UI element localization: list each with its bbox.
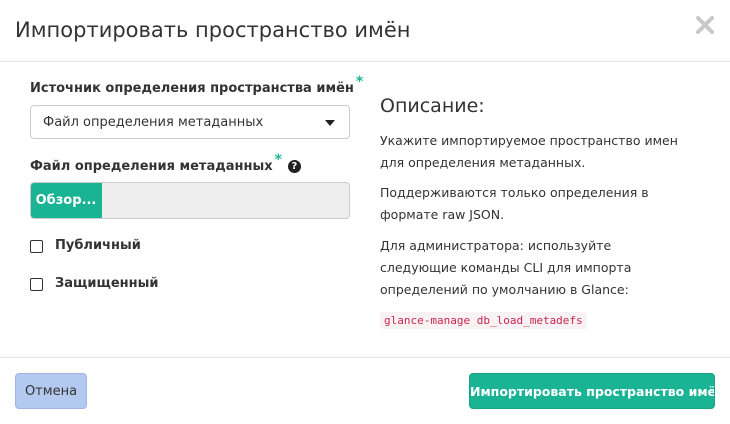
file-label-text: Файл определения метаданных bbox=[30, 159, 273, 174]
close-icon bbox=[696, 16, 714, 34]
import-namespace-button[interactable]: Импортировать пространство имён bbox=[469, 373, 715, 409]
source-label-text: Источник определения пространства имён bbox=[30, 81, 354, 96]
public-checkbox-label[interactable]: Публичный bbox=[55, 238, 141, 253]
source-select[interactable]: Файл определения метаданных bbox=[30, 105, 350, 139]
protected-checkbox-label[interactable]: Защищенный bbox=[55, 276, 159, 291]
description-paragraph: Укажите импортируемое пространство имен … bbox=[380, 133, 678, 170]
required-mark: * bbox=[274, 152, 282, 168]
import-namespace-dialog: Импортировать пространство имён Источник… bbox=[0, 0, 730, 424]
public-checkbox[interactable] bbox=[30, 240, 43, 253]
required-mark: * bbox=[355, 74, 364, 90]
close-button[interactable] bbox=[694, 14, 716, 36]
source-select-value: Файл определения метаданных bbox=[43, 115, 264, 130]
question-circle-icon[interactable]: ? bbox=[287, 160, 301, 173]
caret-down-icon bbox=[325, 120, 335, 126]
file-input-group[interactable]: Обзор... bbox=[30, 182, 350, 219]
dialog-title: Импортировать пространство имён bbox=[15, 18, 411, 42]
dialog-footer: Отмена Импортировать пространство имён bbox=[0, 357, 730, 424]
description-paragraph: Для администратора: используйте следующи… bbox=[380, 238, 632, 297]
description-title: Описание: bbox=[380, 95, 485, 117]
description-paragraph: Поддерживаются только определения в форм… bbox=[380, 185, 649, 222]
source-label: Источник определения пространства имён * bbox=[30, 74, 363, 96]
dialog-body: Источник определения пространства имён * … bbox=[0, 62, 730, 357]
cancel-button[interactable]: Отмена bbox=[15, 373, 87, 409]
protected-checkbox[interactable] bbox=[30, 278, 43, 291]
dialog-header: Импортировать пространство имён bbox=[0, 0, 730, 62]
cli-command: glance-manage db_load_metadefs bbox=[380, 312, 587, 329]
browse-button[interactable]: Обзор... bbox=[31, 183, 102, 218]
file-label: Файл определения метаданных *? bbox=[30, 152, 301, 174]
